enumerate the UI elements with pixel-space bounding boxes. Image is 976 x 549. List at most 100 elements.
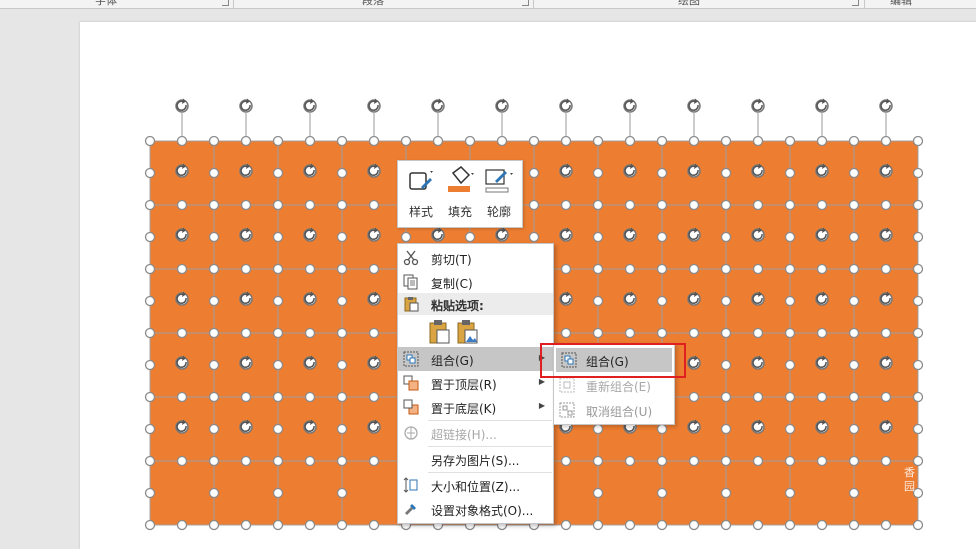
resize-handle[interactable]: [272, 519, 284, 531]
resize-handle[interactable]: [624, 519, 636, 531]
resize-handle[interactable]: [848, 519, 860, 531]
resize-handle[interactable]: [560, 199, 572, 211]
resize-handle[interactable]: [688, 135, 700, 147]
resize-handle[interactable]: [272, 135, 284, 147]
resize-handle[interactable]: [720, 519, 732, 531]
resize-handle[interactable]: [208, 295, 220, 307]
resize-handle[interactable]: [240, 519, 252, 531]
resize-handle[interactable]: [368, 199, 380, 211]
resize-handle[interactable]: [240, 455, 252, 467]
resize-handle[interactable]: [624, 327, 636, 339]
resize-handle[interactable]: [144, 487, 156, 499]
resize-handle[interactable]: [272, 455, 284, 467]
resize-handle[interactable]: [368, 391, 380, 403]
resize-handle[interactable]: [144, 263, 156, 275]
resize-handle[interactable]: [208, 327, 220, 339]
resize-handle[interactable]: [272, 167, 284, 179]
resize-handle[interactable]: [208, 359, 220, 371]
resize-handle[interactable]: [784, 231, 796, 243]
resize-handle[interactable]: [656, 199, 668, 211]
resize-handle[interactable]: [208, 199, 220, 211]
resize-handle[interactable]: [336, 135, 348, 147]
resize-handle[interactable]: [720, 455, 732, 467]
resize-handle[interactable]: [368, 455, 380, 467]
resize-handle[interactable]: [880, 391, 892, 403]
resize-handle[interactable]: [848, 391, 860, 403]
resize-handle[interactable]: [848, 263, 860, 275]
resize-handle[interactable]: [560, 455, 572, 467]
resize-handle[interactable]: [720, 167, 732, 179]
menu-item-group[interactable]: 组合(G) ▶: [398, 347, 553, 371]
resize-handle[interactable]: [880, 263, 892, 275]
resize-handle[interactable]: [496, 135, 508, 147]
resize-handle[interactable]: [912, 423, 924, 435]
resize-handle[interactable]: [720, 231, 732, 243]
resize-handle[interactable]: [752, 199, 764, 211]
resize-handle[interactable]: [304, 263, 316, 275]
resize-handle[interactable]: [720, 327, 732, 339]
resize-handle[interactable]: [336, 455, 348, 467]
resize-handle[interactable]: [784, 487, 796, 499]
resize-handle[interactable]: [656, 135, 668, 147]
resize-handle[interactable]: [720, 199, 732, 211]
resize-handle[interactable]: [688, 199, 700, 211]
resize-handle[interactable]: [592, 295, 604, 307]
resize-handle[interactable]: [208, 167, 220, 179]
resize-handle[interactable]: [304, 135, 316, 147]
resize-handle[interactable]: [912, 295, 924, 307]
resize-handle[interactable]: [528, 199, 540, 211]
resize-handle[interactable]: [816, 327, 828, 339]
resize-handle[interactable]: [848, 455, 860, 467]
resize-handle[interactable]: [592, 263, 604, 275]
resize-handle[interactable]: [848, 327, 860, 339]
resize-handle[interactable]: [784, 423, 796, 435]
resize-handle[interactable]: [848, 231, 860, 243]
resize-handle[interactable]: [144, 519, 156, 531]
resize-handle[interactable]: [304, 519, 316, 531]
submenu-item-ungroup[interactable]: 取消组合(U): [554, 398, 674, 422]
resize-handle[interactable]: [272, 487, 284, 499]
resize-handle[interactable]: [400, 135, 412, 147]
resize-handle[interactable]: [176, 391, 188, 403]
resize-handle[interactable]: [848, 359, 860, 371]
resize-handle[interactable]: [336, 231, 348, 243]
resize-handle[interactable]: [592, 455, 604, 467]
resize-handle[interactable]: [464, 135, 476, 147]
resize-handle[interactable]: [336, 487, 348, 499]
resize-handle[interactable]: [336, 167, 348, 179]
resize-handle[interactable]: [144, 167, 156, 179]
resize-handle[interactable]: [656, 487, 668, 499]
resize-handle[interactable]: [208, 487, 220, 499]
resize-handle[interactable]: [240, 199, 252, 211]
resize-handle[interactable]: [912, 359, 924, 371]
resize-handle[interactable]: [656, 327, 668, 339]
resize-handle[interactable]: [144, 359, 156, 371]
resize-handle[interactable]: [816, 391, 828, 403]
resize-handle[interactable]: [176, 199, 188, 211]
resize-handle[interactable]: [272, 327, 284, 339]
resize-handle[interactable]: [144, 327, 156, 339]
resize-handle[interactable]: [752, 391, 764, 403]
resize-handle[interactable]: [208, 231, 220, 243]
resize-handle[interactable]: [144, 135, 156, 147]
resize-handle[interactable]: [144, 295, 156, 307]
resize-handle[interactable]: [368, 263, 380, 275]
resize-handle[interactable]: [336, 359, 348, 371]
resize-handle[interactable]: [720, 423, 732, 435]
resize-handle[interactable]: [720, 135, 732, 147]
resize-handle[interactable]: [816, 263, 828, 275]
resize-handle[interactable]: [784, 519, 796, 531]
resize-handle[interactable]: [880, 327, 892, 339]
resize-handle[interactable]: [336, 327, 348, 339]
resize-handle[interactable]: [912, 167, 924, 179]
resize-handle[interactable]: [848, 295, 860, 307]
resize-handle[interactable]: [720, 359, 732, 371]
resize-handle[interactable]: [304, 327, 316, 339]
resize-handle[interactable]: [624, 263, 636, 275]
resize-handle[interactable]: [176, 327, 188, 339]
resize-handle[interactable]: [272, 263, 284, 275]
resize-handle[interactable]: [176, 263, 188, 275]
outline-button[interactable]: 轮廓: [481, 165, 517, 221]
resize-handle[interactable]: [272, 391, 284, 403]
resize-handle[interactable]: [592, 231, 604, 243]
